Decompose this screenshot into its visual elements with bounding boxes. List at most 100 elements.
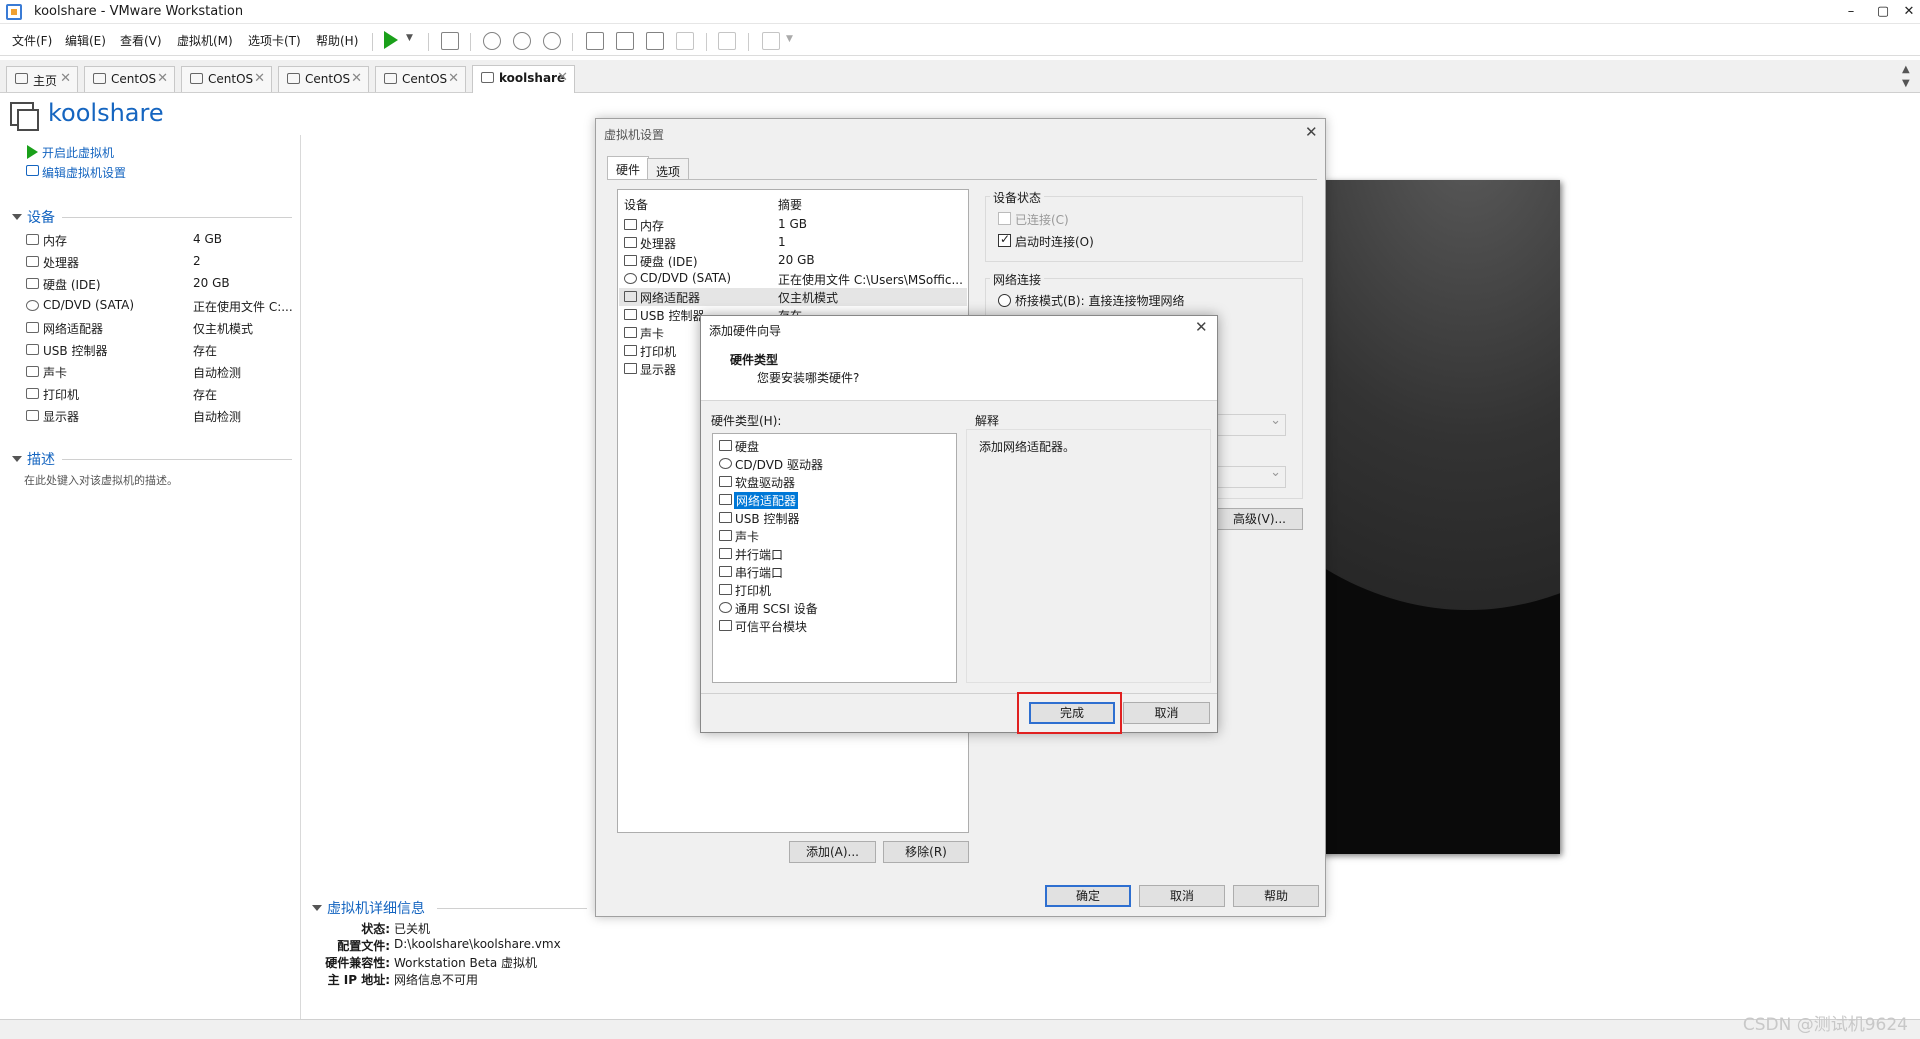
tab-scroll-icon[interactable]: ▼: [1902, 78, 1910, 89]
device-disk-label[interactable]: 硬盘 (IDE): [43, 276, 101, 293]
device-row-label[interactable]: CD/DVD (SATA): [640, 271, 731, 285]
device-row-label[interactable]: 处理器: [640, 235, 676, 252]
stretch-icon[interactable]: [762, 32, 780, 50]
device-display-label[interactable]: 显示器: [43, 408, 79, 425]
hardware-item[interactable]: 声卡: [735, 528, 759, 545]
device-row-label[interactable]: 打印机: [640, 343, 676, 360]
tab-centos-2[interactable]: CentOS ✕: [181, 66, 272, 92]
tab-close-icon[interactable]: ✕: [157, 71, 168, 86]
power-dropdown-icon[interactable]: ▼: [406, 33, 413, 43]
send-keys-icon[interactable]: [441, 32, 459, 50]
library-icon[interactable]: [586, 32, 604, 50]
menu-help[interactable]: 帮助(H): [316, 32, 358, 49]
device-cpu-label[interactable]: 处理器: [43, 254, 79, 271]
device-sound-label[interactable]: 声卡: [43, 364, 67, 381]
tab-divider: [607, 179, 1317, 180]
menu-tabs[interactable]: 选项卡(T): [248, 32, 301, 49]
device-row-label[interactable]: 内存: [640, 217, 664, 234]
tab-centos-4[interactable]: CentOS ✕: [375, 66, 466, 92]
fullscreen-icon[interactable]: [646, 32, 664, 50]
close-icon[interactable]: ✕: [1195, 318, 1208, 336]
description-text[interactable]: 在此处键入对该虚拟机的描述。: [24, 472, 178, 488]
tab-koolshare[interactable]: koolshare ✕: [472, 65, 575, 93]
snapshot-icon[interactable]: [483, 32, 501, 50]
close-button[interactable]: ✕: [1896, 2, 1920, 22]
tab-centos-1[interactable]: CentOS ✕: [84, 66, 175, 92]
vmnet-combo[interactable]: [1216, 413, 1286, 436]
tab-list-icon[interactable]: ▲: [1902, 64, 1910, 75]
tab-hardware[interactable]: 硬件: [607, 156, 650, 180]
stretch-dropdown-icon[interactable]: ▼: [786, 34, 793, 44]
cancel-button[interactable]: 取消: [1139, 885, 1225, 907]
hardware-item[interactable]: 可信平台模块: [735, 618, 807, 635]
menu-file[interactable]: 文件(F): [12, 32, 52, 49]
serial-port-icon: [719, 566, 732, 577]
vm-screen-preview[interactable]: [1318, 180, 1560, 854]
revert-snapshot-icon[interactable]: [513, 32, 531, 50]
advanced-button[interactable]: 高级(V)...: [1216, 508, 1303, 530]
devices-header[interactable]: 设备: [27, 207, 55, 227]
device-memory-label[interactable]: 内存: [43, 232, 67, 249]
minimize-button[interactable]: –: [1838, 2, 1864, 22]
ok-button[interactable]: 确定: [1045, 885, 1131, 907]
device-row-label[interactable]: 显示器: [640, 361, 676, 378]
collapse-devices-icon[interactable]: [12, 214, 22, 220]
tab-close-icon[interactable]: ✕: [351, 71, 362, 86]
tab-close-icon[interactable]: ✕: [448, 71, 459, 86]
device-memory-value: 4 GB: [193, 232, 222, 246]
device-cd-label[interactable]: CD/DVD (SATA): [43, 298, 134, 312]
hardware-item[interactable]: 打印机: [735, 582, 771, 599]
device-row-summary: 1: [778, 235, 786, 249]
help-button[interactable]: 帮助: [1233, 885, 1319, 907]
connected-checkbox[interactable]: [998, 212, 1011, 225]
device-row-label[interactable]: USB 控制器: [640, 307, 704, 324]
snapshot-manager-icon[interactable]: [543, 32, 561, 50]
hardware-item-selected[interactable]: 网络适配器: [734, 492, 799, 509]
column-device[interactable]: 设备: [624, 196, 648, 213]
column-summary[interactable]: 摘要: [778, 196, 802, 213]
tab-close-icon[interactable]: ✕: [254, 71, 265, 86]
hardware-item[interactable]: 并行端口: [735, 546, 783, 563]
usb-icon: [26, 344, 39, 355]
remove-hardware-button[interactable]: 移除(R): [883, 841, 969, 863]
collapse-description-icon[interactable]: [12, 456, 22, 462]
maximize-button[interactable]: ▢: [1870, 2, 1896, 22]
device-row-label[interactable]: 声卡: [640, 325, 664, 342]
tab-centos-3[interactable]: CentOS ✕: [278, 66, 369, 92]
device-row-label[interactable]: 硬盘 (IDE): [640, 253, 698, 270]
device-network-label[interactable]: 网络适配器: [43, 320, 103, 337]
hardware-item[interactable]: 软盘驱动器: [735, 474, 795, 491]
power-on-link[interactable]: 开启此虚拟机: [42, 144, 114, 161]
hardware-item[interactable]: 硬盘: [735, 438, 759, 455]
bridged-radio[interactable]: [998, 294, 1011, 307]
device-printer-label[interactable]: 打印机: [43, 386, 79, 403]
menu-view[interactable]: 查看(V): [120, 32, 162, 49]
tab-options[interactable]: 选项: [647, 158, 690, 180]
hardware-item[interactable]: 串行端口: [735, 564, 783, 581]
device-row-label[interactable]: 网络适配器: [640, 289, 700, 306]
device-usb-label[interactable]: USB 控制器: [43, 342, 107, 359]
lan-segment-combo[interactable]: [1216, 465, 1286, 488]
add-hardware-button[interactable]: 添加(A)...: [789, 841, 876, 863]
hardware-type-list[interactable]: 硬盘 CD/DVD 驱动器 软盘驱动器 网络适配器 USB 控制器 声卡 并行端…: [712, 433, 957, 683]
description-header[interactable]: 描述: [27, 449, 55, 469]
connect-on-power-checkbox[interactable]: [998, 232, 1011, 247]
menu-vm[interactable]: 虚拟机(M): [177, 32, 233, 49]
hardware-item[interactable]: 通用 SCSI 设备: [735, 600, 818, 617]
hardware-item[interactable]: USB 控制器: [735, 510, 799, 527]
thumbnail-icon[interactable]: [616, 32, 634, 50]
hardware-item[interactable]: CD/DVD 驱动器: [735, 456, 823, 473]
details-header[interactable]: 虚拟机详细信息: [327, 898, 425, 918]
console-icon[interactable]: [718, 32, 736, 50]
collapse-details-icon[interactable]: [312, 905, 322, 911]
unity-icon[interactable]: [676, 32, 694, 50]
tab-close-icon[interactable]: ✕: [557, 70, 568, 85]
cancel-button[interactable]: 取消: [1123, 702, 1210, 724]
power-on-icon[interactable]: [384, 31, 398, 49]
vm-summary-panel: 开启此虚拟机 编辑虚拟机设置 设备 内存 4 GB 处理器 2 硬盘 (IDE)…: [0, 135, 301, 1019]
tab-close-icon[interactable]: ✕: [60, 71, 71, 86]
menu-edit[interactable]: 编辑(E): [65, 32, 106, 49]
edit-settings-link[interactable]: 编辑虚拟机设置: [42, 164, 126, 181]
close-icon[interactable]: ✕: [1305, 123, 1318, 141]
tab-home[interactable]: 主页 ✕: [6, 66, 78, 92]
